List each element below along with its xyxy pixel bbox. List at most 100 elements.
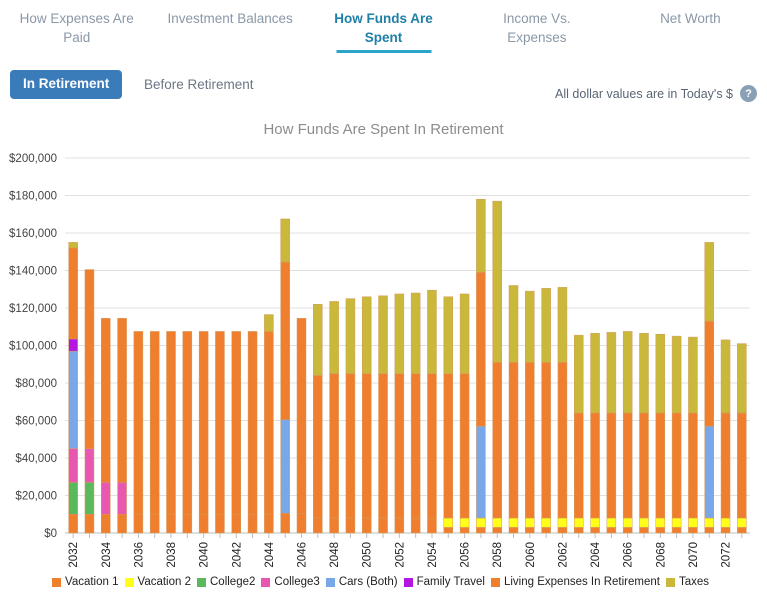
bar-segment[interactable] [541,362,551,519]
bar-segment[interactable] [590,527,600,534]
bar-segment[interactable] [394,517,405,534]
bar-segment[interactable] [671,517,682,528]
bar-segment[interactable] [117,482,127,515]
legend-item[interactable]: College3 [261,576,320,588]
tab-in-retirement[interactable]: In Retirement [10,70,123,99]
tab-before-retirement[interactable]: Before Retirement [138,77,260,93]
bar-segment[interactable] [117,318,127,483]
bar-segment[interactable] [492,527,502,534]
bar-segment[interactable] [574,412,584,519]
bar-segment[interactable] [622,412,633,519]
bar-segment[interactable] [215,514,225,534]
bar-segment[interactable] [345,373,356,519]
bar-segment[interactable] [459,517,470,528]
legend-item[interactable]: Taxes [665,576,709,588]
bar-segment[interactable] [720,517,731,528]
bar-segment[interactable] [720,412,731,519]
bar-segment[interactable] [655,334,666,414]
bar-segment[interactable] [541,517,551,528]
bar-segment[interactable] [84,514,95,534]
bar-segment[interactable] [720,527,731,534]
bar-segment[interactable] [720,339,731,414]
bar-segment[interactable] [525,290,535,363]
bar-segment[interactable] [737,343,747,414]
bar-segment[interactable] [329,373,339,519]
bar-segment[interactable] [655,412,666,519]
bar-segment[interactable] [590,333,600,414]
bar-segment[interactable] [688,527,698,534]
bar-segment[interactable] [361,517,372,534]
bar-segment[interactable] [704,320,714,427]
bar-segment[interactable] [492,362,502,519]
bar-segment[interactable] [68,514,78,534]
bar-segment[interactable] [313,517,323,534]
bar-segment[interactable] [671,412,682,519]
legend-item[interactable]: Cars (Both) [325,576,398,588]
bar-segment[interactable] [688,517,698,528]
bar-segment[interactable] [737,527,747,534]
bar-segment[interactable] [378,517,388,534]
bar-segment[interactable] [313,304,323,376]
bar-segment[interactable] [394,373,405,519]
bar-segment[interactable] [313,375,323,519]
bar-segment[interactable] [688,336,698,414]
bar-segment[interactable] [639,517,649,528]
bar-segment[interactable] [410,373,421,519]
bar-segment[interactable] [264,514,274,534]
bar-segment[interactable] [427,517,437,534]
bar-segment[interactable] [443,373,454,519]
bar-segment[interactable] [737,517,747,528]
bar-segment[interactable] [622,527,633,534]
legend-item[interactable]: Vacation 1 [52,576,119,588]
bar-segment[interactable] [361,296,372,374]
bar-segment[interactable] [264,314,274,332]
bar-segment[interactable] [622,517,633,528]
bar-segment[interactable] [394,293,405,374]
bar-segment[interactable] [639,333,649,414]
bar-segment[interactable] [443,517,454,528]
bar-segment[interactable] [557,362,568,519]
bar-segment[interactable] [557,517,568,528]
bar-segment[interactable] [264,331,274,515]
bar-segment[interactable] [84,482,95,515]
bar-segment[interactable] [198,514,209,534]
bar-segment[interactable] [508,285,519,363]
bar-segment[interactable] [166,331,176,515]
tab-how-funds-are-spent[interactable]: How Funds Are Spent [307,0,460,60]
bar-segment[interactable] [345,517,356,534]
bar-segment[interactable] [557,527,568,534]
bar-segment[interactable] [68,448,78,483]
bar-segment[interactable] [671,527,682,534]
bar-segment[interactable] [345,298,356,374]
bar-segment[interactable] [166,514,176,534]
bar-segment[interactable] [182,514,193,534]
bar-segment[interactable] [525,517,535,528]
bar-segment[interactable] [247,331,258,515]
bar-segment[interactable] [459,527,470,534]
bar-segment[interactable] [525,527,535,534]
bar-segment[interactable] [459,293,470,374]
bar-segment[interactable] [476,527,486,534]
bar-segment[interactable] [704,425,714,519]
bar-segment[interactable] [492,200,502,363]
bar-segment[interactable] [101,514,111,534]
bar-segment[interactable] [476,199,486,273]
bar-segment[interactable] [280,513,290,534]
bar-segment[interactable] [525,362,535,519]
bar-segment[interactable] [101,318,111,483]
bar-segment[interactable] [215,331,225,515]
bar-segment[interactable] [280,419,290,514]
bar-segment[interactable] [671,335,682,414]
legend-item[interactable]: Living Expenses In Retirement [490,576,660,588]
bar-segment[interactable] [149,514,160,534]
bar-segment[interactable] [247,514,258,534]
help-icon[interactable]: ? [740,85,757,102]
bar-segment[interactable] [68,338,78,352]
bar-segment[interactable] [84,269,95,449]
bar-segment[interactable] [622,331,633,414]
bar-segment[interactable] [476,517,486,528]
bar-segment[interactable] [361,373,372,519]
bar-segment[interactable] [198,331,209,515]
tab-how-expenses-are-paid[interactable]: How Expenses Are Paid [0,0,153,60]
bar-segment[interactable] [68,242,78,249]
